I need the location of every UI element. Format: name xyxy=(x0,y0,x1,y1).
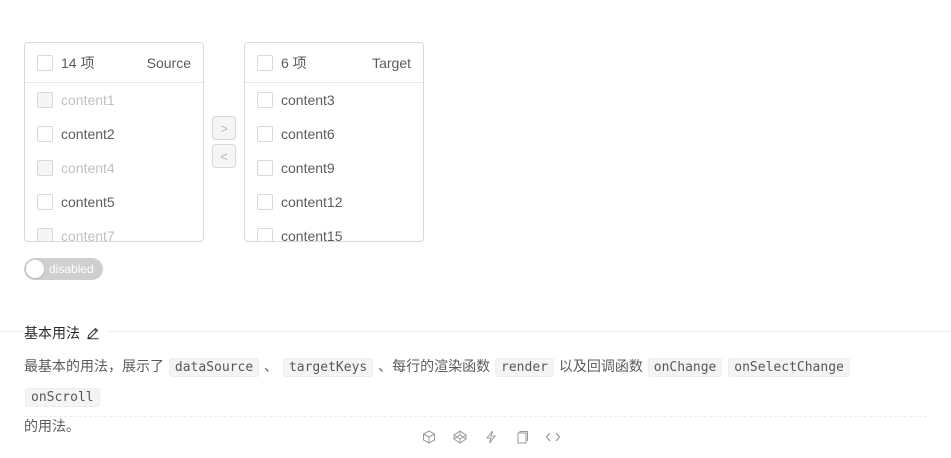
disabled-switch[interactable]: disabled xyxy=(24,258,103,280)
target-list: 6 项 Target content3 content6 content9 co… xyxy=(244,42,424,242)
item-label: content1 xyxy=(61,92,115,108)
item-checkbox[interactable] xyxy=(257,126,273,142)
code-datasource: dataSource xyxy=(168,358,260,377)
list-item[interactable]: content12 xyxy=(245,185,423,219)
desc-text: 的用法。 xyxy=(24,418,80,434)
list-item: content7 xyxy=(25,219,203,241)
section-title-text: 基本用法 xyxy=(24,325,80,341)
list-item[interactable]: content9 xyxy=(245,151,423,185)
item-label: content3 xyxy=(281,92,335,108)
item-label: content6 xyxy=(281,126,335,142)
target-count: 6 项 xyxy=(281,54,307,71)
code-onscroll: onScroll xyxy=(25,388,100,407)
item-checkbox[interactable] xyxy=(257,194,273,210)
source-title: Source xyxy=(146,54,191,71)
item-checkbox xyxy=(37,92,53,108)
transfer-operations: > < xyxy=(204,42,244,172)
item-checkbox xyxy=(37,228,53,241)
codepen-icon[interactable] xyxy=(451,428,469,446)
list-item[interactable]: content15 xyxy=(245,219,423,241)
actions-divider xyxy=(24,416,927,417)
item-checkbox[interactable] xyxy=(257,92,273,108)
item-checkbox[interactable] xyxy=(257,228,273,241)
item-checkbox[interactable] xyxy=(37,194,53,210)
source-select-all-checkbox[interactable] xyxy=(37,54,53,71)
item-checkbox[interactable] xyxy=(257,160,273,176)
code-render: render xyxy=(495,358,554,377)
move-left-button[interactable]: < xyxy=(212,144,236,168)
item-label: content15 xyxy=(281,228,343,241)
desc-text: 、 xyxy=(264,358,279,374)
edit-icon[interactable] xyxy=(86,326,100,340)
code-targetkeys: targetKeys xyxy=(282,358,374,377)
stackblitz-icon[interactable] xyxy=(482,428,500,446)
list-item[interactable]: content2 xyxy=(25,117,203,151)
chevron-right-icon: > xyxy=(220,120,228,136)
switch-label: disabled xyxy=(49,262,94,276)
source-list-header: 14 项 Source xyxy=(25,43,203,83)
list-item: content1 xyxy=(25,83,203,117)
list-item[interactable]: content3 xyxy=(245,83,423,117)
codesandbox-icon[interactable] xyxy=(420,428,438,446)
item-label: content2 xyxy=(61,126,115,142)
list-item: content4 xyxy=(25,151,203,185)
code-expand-icon[interactable] xyxy=(544,428,562,446)
item-checkbox[interactable] xyxy=(37,126,53,142)
transfer: 14 项 Source content1 content2 content4 c… xyxy=(24,42,424,242)
item-label: content9 xyxy=(281,160,335,176)
target-title: Target xyxy=(372,54,411,71)
item-label: content7 xyxy=(61,228,115,241)
section-title: 基本用法 xyxy=(24,323,108,343)
target-list-body[interactable]: content3 content6 content9 content12 con… xyxy=(245,83,423,241)
desc-text: 最基本的用法，展示了 xyxy=(24,358,164,374)
item-label: content5 xyxy=(61,194,115,210)
item-label: content4 xyxy=(61,160,115,176)
move-right-button[interactable]: > xyxy=(212,116,236,140)
chevron-left-icon: < xyxy=(220,148,228,164)
source-list-body[interactable]: content1 content2 content4 content5 cont… xyxy=(25,83,203,241)
desc-text: 、每行的渲染函数 xyxy=(378,358,491,374)
list-item[interactable]: content5 xyxy=(25,185,203,219)
copy-icon[interactable] xyxy=(513,428,531,446)
desc-text: 以及回调函数 xyxy=(558,358,643,374)
section-divider xyxy=(0,331,951,332)
code-actions xyxy=(420,428,575,446)
item-label: content12 xyxy=(281,194,343,210)
code-onselectchange: onSelectChange xyxy=(728,358,850,377)
switch-knob xyxy=(26,260,44,278)
item-checkbox xyxy=(37,160,53,176)
source-list: 14 项 Source content1 content2 content4 c… xyxy=(24,42,204,242)
target-select-all-checkbox[interactable] xyxy=(257,54,273,71)
code-onchange: onChange xyxy=(647,358,723,377)
list-item[interactable]: content6 xyxy=(245,117,423,151)
source-count: 14 项 xyxy=(61,54,95,71)
target-list-header: 6 项 Target xyxy=(245,43,423,83)
section-description: 最基本的用法，展示了 dataSource 、 targetKeys 、每行的渲… xyxy=(24,352,924,440)
